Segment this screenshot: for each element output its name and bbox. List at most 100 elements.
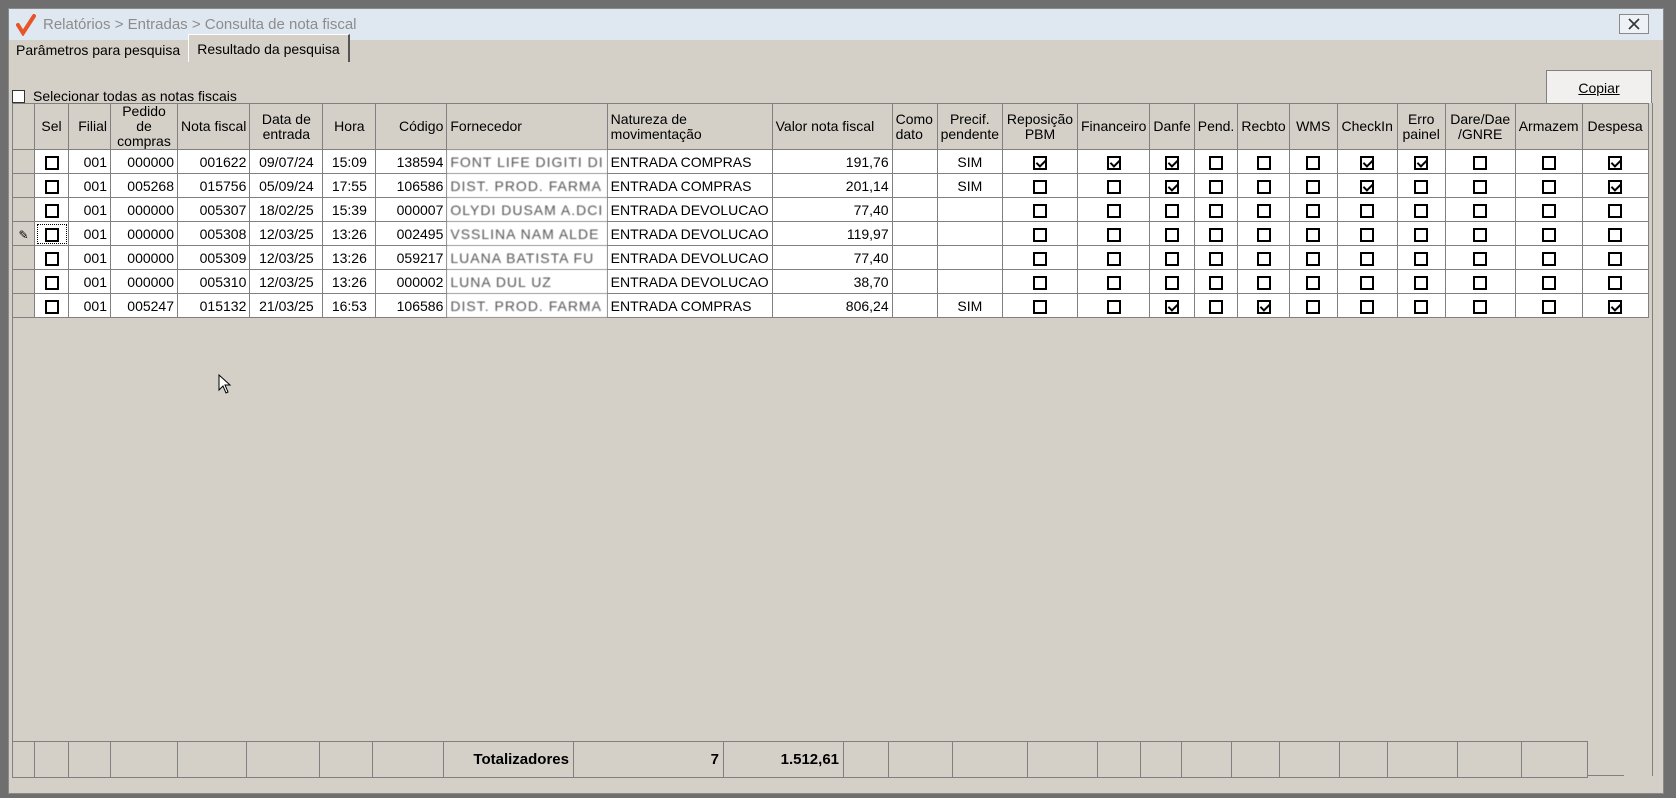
financeiro-checkbox[interactable] xyxy=(1106,179,1121,194)
cell-reposicao[interactable] xyxy=(1002,173,1078,198)
recbto-checkbox[interactable] xyxy=(1256,299,1271,314)
erro-checkbox[interactable] xyxy=(1414,155,1429,170)
tab-resultado[interactable]: Resultado da pesquisa xyxy=(188,34,350,62)
cell-codigo[interactable]: 138594 xyxy=(375,149,448,174)
col-header-filial[interactable]: Filial xyxy=(68,103,111,150)
col-header-nota[interactable]: Nota fiscal xyxy=(176,103,251,150)
armazem-checkbox[interactable] xyxy=(1541,203,1556,218)
cell-natureza[interactable]: ENTRADA DEVOLUCAO xyxy=(606,245,773,270)
row-indicator[interactable] xyxy=(12,293,35,318)
danfe-checkbox[interactable] xyxy=(1165,227,1180,242)
sel-checkbox[interactable] xyxy=(44,299,59,314)
cell-erro[interactable] xyxy=(1396,221,1446,246)
cell-pend[interactable] xyxy=(1193,173,1239,198)
cell-despesa[interactable] xyxy=(1581,269,1649,294)
cell-pedido[interactable]: 000000 xyxy=(110,245,178,270)
danfe-checkbox[interactable] xyxy=(1165,155,1180,170)
col-header-natureza[interactable]: Natureza de movimentação xyxy=(606,103,773,150)
cell-valor[interactable]: 77,40 xyxy=(771,245,893,270)
cell-recbto[interactable] xyxy=(1237,149,1290,174)
pend-checkbox[interactable] xyxy=(1209,275,1224,290)
dare-checkbox[interactable] xyxy=(1473,275,1488,290)
cell-wms[interactable] xyxy=(1288,197,1338,222)
cell-hora[interactable]: 15:09 xyxy=(322,149,377,174)
select-all-checkbox[interactable]: Selecionar todas as notas fiscais xyxy=(12,88,237,104)
cell-wms[interactable] xyxy=(1288,245,1338,270)
col-header-pend[interactable]: Pend. xyxy=(1193,103,1239,150)
wms-checkbox[interactable] xyxy=(1306,203,1321,218)
cell-dare[interactable] xyxy=(1444,245,1516,270)
cell-danfe[interactable] xyxy=(1149,221,1195,246)
cell-filial[interactable]: 001 xyxy=(68,293,111,318)
erro-checkbox[interactable] xyxy=(1414,203,1429,218)
recbto-checkbox[interactable] xyxy=(1256,275,1271,290)
cell-armazem[interactable] xyxy=(1514,269,1583,294)
cell-danfe[interactable] xyxy=(1149,269,1195,294)
checkin-checkbox[interactable] xyxy=(1360,299,1375,314)
dare-checkbox[interactable] xyxy=(1473,179,1488,194)
pend-checkbox[interactable] xyxy=(1209,251,1224,266)
cell-erro[interactable] xyxy=(1396,269,1446,294)
copy-button[interactable]: Copiar xyxy=(1546,70,1652,106)
checkin-checkbox[interactable] xyxy=(1360,251,1375,266)
dare-checkbox[interactable] xyxy=(1473,227,1488,242)
col-header-hora[interactable]: Hora xyxy=(322,103,377,150)
cell-financeiro[interactable] xyxy=(1076,269,1151,294)
cell-financeiro[interactable] xyxy=(1076,245,1151,270)
cell-sel[interactable] xyxy=(34,197,69,222)
cell-reposicao[interactable] xyxy=(1002,293,1078,318)
cell-armazem[interactable] xyxy=(1514,293,1583,318)
cell-recbto[interactable] xyxy=(1237,173,1290,198)
cell-filial[interactable]: 001 xyxy=(68,221,111,246)
cell-filial[interactable]: 001 xyxy=(68,269,111,294)
cell-dare[interactable] xyxy=(1444,149,1516,174)
financeiro-checkbox[interactable] xyxy=(1106,275,1121,290)
cell-filial[interactable]: 001 xyxy=(68,149,111,174)
wms-checkbox[interactable] xyxy=(1306,227,1321,242)
cell-valor[interactable]: 806,24 xyxy=(771,293,893,318)
table-row[interactable]: 001 000000 005310 12/03/25 13:26 000002 LUNA D… xyxy=(12,269,1649,294)
cell-erro[interactable] xyxy=(1396,197,1446,222)
cell-data[interactable]: 18/02/25 xyxy=(249,197,324,222)
despesa-checkbox[interactable] xyxy=(1608,275,1623,290)
cell-recbto[interactable] xyxy=(1237,269,1290,294)
cell-hora[interactable]: 13:26 xyxy=(322,245,377,270)
cell-natureza[interactable]: ENTRADA COMPRAS xyxy=(606,173,773,198)
cell-despesa[interactable] xyxy=(1581,197,1649,222)
cell-sel[interactable] xyxy=(34,173,69,198)
checkin-checkbox[interactable] xyxy=(1360,275,1375,290)
row-indicator[interactable] xyxy=(12,173,35,198)
col-header-financeiro[interactable]: Financeiro xyxy=(1076,103,1151,150)
cell-filial[interactable]: 001 xyxy=(68,173,111,198)
checkbox-box[interactable] xyxy=(12,89,25,103)
reposicao-checkbox[interactable] xyxy=(1033,299,1047,314)
wms-checkbox[interactable] xyxy=(1306,299,1321,314)
cell-precif[interactable] xyxy=(936,197,1004,222)
col-header-checkin[interactable]: CheckIn xyxy=(1336,103,1398,150)
cell-despesa[interactable] xyxy=(1581,245,1649,270)
cell-financeiro[interactable] xyxy=(1076,293,1151,318)
cell-reposicao[interactable] xyxy=(1002,221,1078,246)
cell-pedido[interactable]: 000000 xyxy=(110,221,178,246)
cell-codigo[interactable]: 002495 xyxy=(375,221,448,246)
cell-codigo[interactable]: 106586 xyxy=(375,293,448,318)
cell-erro[interactable] xyxy=(1396,293,1446,318)
reposicao-checkbox[interactable] xyxy=(1033,155,1047,170)
cell-data[interactable]: 05/09/24 xyxy=(249,173,324,198)
cell-armazem[interactable] xyxy=(1514,173,1583,198)
cell-checkin[interactable] xyxy=(1336,269,1398,294)
reposicao-checkbox[interactable] xyxy=(1033,275,1047,290)
cell-fornecedor[interactable]: DIST. PROD. FARMA xyxy=(446,173,608,198)
col-header-data[interactable]: Data de entrada xyxy=(249,103,324,150)
cell-financeiro[interactable] xyxy=(1076,221,1151,246)
col-header-fornecedor[interactable]: Fornecedor xyxy=(446,103,608,150)
cell-danfe[interactable] xyxy=(1149,293,1195,318)
checkin-checkbox[interactable] xyxy=(1360,179,1375,194)
cell-como-dato[interactable] xyxy=(891,293,938,318)
financeiro-checkbox[interactable] xyxy=(1106,203,1121,218)
cell-nota[interactable]: 005309 xyxy=(176,245,251,270)
cell-fornecedor[interactable]: LUNA DUL UZ xyxy=(446,269,608,294)
cell-wms[interactable] xyxy=(1288,221,1338,246)
cell-natureza[interactable]: ENTRADA COMPRAS xyxy=(606,293,773,318)
cell-hora[interactable]: 13:26 xyxy=(322,269,377,294)
